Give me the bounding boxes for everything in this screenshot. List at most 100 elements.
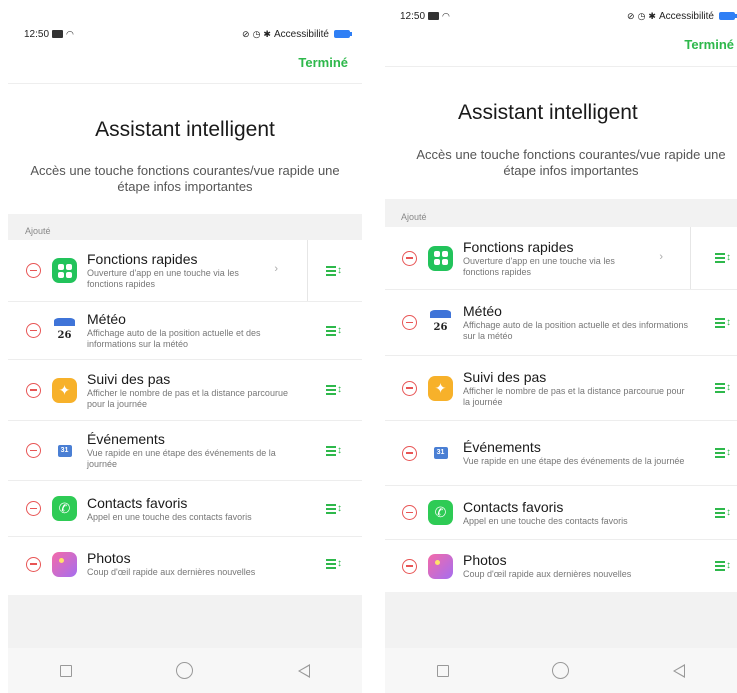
remove-icon[interactable] <box>26 382 41 398</box>
remove-icon[interactable] <box>402 380 417 396</box>
remove-icon[interactable] <box>26 323 41 338</box>
drag-handle-icon[interactable]: ↕ <box>715 317 731 329</box>
photos-icon <box>52 551 77 577</box>
item-title: Événements <box>463 439 541 455</box>
section-header: Ajouté <box>385 199 737 227</box>
drag-handle-icon[interactable]: ↕ <box>326 445 342 457</box>
chevron-right-icon: › <box>274 263 278 275</box>
item-title: Météo <box>463 303 502 319</box>
phone-screen-left: 12:50 ◠ ⊘ ◷ ✱ Accessibilité Terminé Assi… <box>8 0 362 693</box>
accessibility-label: Accessibilité <box>273 28 329 40</box>
item-title: Fonctions rapides <box>87 251 198 267</box>
header-divider <box>8 83 362 84</box>
item-title: Photos <box>87 550 131 566</box>
image-notification-icon <box>52 30 64 38</box>
recents-icon[interactable] <box>436 664 449 677</box>
battery-icon <box>719 12 737 20</box>
drag-handle-icon[interactable]: ↕ <box>326 558 342 570</box>
remove-icon[interactable] <box>402 558 417 574</box>
drag-handle-icon[interactable]: ↕ <box>715 252 731 264</box>
list-item-contacts-favoris[interactable]: ✆ Contacts favoris Appel en une touche d… <box>385 486 737 540</box>
item-description: Appel en une touche des contacts favoris <box>87 511 252 522</box>
done-button[interactable]: Terminé <box>684 37 734 52</box>
battery-icon <box>334 30 352 38</box>
runner-icon: ✦ <box>52 377 77 403</box>
alarm-icon: ◷ <box>252 28 261 39</box>
section-label: Ajouté <box>25 226 51 236</box>
item-description: Vue rapide en une étape des événements d… <box>463 456 685 466</box>
list-item-fonctions-rapides[interactable]: Fonctions rapides Ouverture d'app en une… <box>8 240 362 302</box>
phone-icon: ✆ <box>52 496 77 521</box>
drag-handle-icon[interactable]: ↕ <box>715 560 731 572</box>
list-item-suivi-des-pas[interactable]: ✦ Suivi des pas Afficher le nombre de pa… <box>385 356 737 421</box>
photos-icon <box>428 553 453 579</box>
remove-icon[interactable] <box>402 445 417 461</box>
added-widgets-list: Fonctions rapides Ouverture d'app en une… <box>385 227 737 592</box>
list-item-suivi-des-pas[interactable]: ✦ Suivi des pas Afficher le nombre de pa… <box>8 360 362 421</box>
item-description: Ouverture d'app en une touche via les fo… <box>87 268 239 289</box>
page-title: Assistant intelligent <box>458 101 638 124</box>
item-divider <box>690 227 691 289</box>
chevron-right-icon: › <box>659 251 663 263</box>
item-description: Afficher le nombre de pas et la distance… <box>87 387 288 409</box>
item-description: Affichage auto de la position actuelle e… <box>87 328 261 349</box>
drag-handle-icon[interactable]: ↕ <box>326 265 342 277</box>
remove-icon[interactable] <box>26 501 41 516</box>
home-icon[interactable] <box>552 662 570 679</box>
added-widgets-list: Fonctions rapides Ouverture d'app en une… <box>8 240 362 591</box>
list-item-evenements[interactable]: 31 Événements Vue rapide en une étape de… <box>385 421 737 486</box>
status-bar: 12:50 ◠ ⊘ ◷ ✱ Accessibilité <box>385 6 737 26</box>
status-time: 12:50 <box>24 28 50 40</box>
item-description: Appel en une touche des contacts favoris <box>463 515 628 526</box>
list-item-fonctions-rapides[interactable]: Fonctions rapides Ouverture d'app en une… <box>385 227 737 290</box>
drag-handle-icon[interactable]: ↕ <box>326 325 342 337</box>
drag-handle-icon[interactable]: ↕ <box>715 382 731 394</box>
list-item-contacts-favoris[interactable]: ✆ Contacts favoris Appel en une touche d… <box>8 481 362 537</box>
page-subtitle: Accès une touche fonctions courantes/vue… <box>30 163 340 194</box>
remove-icon[interactable] <box>402 315 417 330</box>
item-description: Vue rapide en une étape des événements d… <box>87 448 276 469</box>
image-notification-icon <box>428 12 440 20</box>
list-item-photos[interactable]: Photos Coup d'œil rapide aux dernières n… <box>8 537 362 591</box>
status-time: 12:50 <box>400 10 426 22</box>
drag-handle-icon[interactable]: ↕ <box>326 384 342 396</box>
wifi-icon: ◠ <box>442 10 450 21</box>
item-title: Contacts favoris <box>87 494 188 511</box>
section-label: Ajouté <box>401 212 427 222</box>
list-item-photos[interactable]: Photos Coup d'œil rapide aux dernières n… <box>385 540 737 592</box>
home-icon[interactable] <box>176 662 194 679</box>
list-item-meteo[interactable]: 26 Météo Affichage auto de la position a… <box>8 302 362 360</box>
wifi-icon: ◠ <box>66 28 74 39</box>
item-title: Fonctions rapides <box>463 238 574 255</box>
done-button[interactable]: Terminé <box>298 55 348 70</box>
weather-calendar-icon: 26 <box>428 310 453 335</box>
list-item-meteo[interactable]: 26 Météo Affichage auto de la position a… <box>385 290 737 356</box>
bluetooth-icon: ✱ <box>648 10 656 21</box>
weather-calendar-icon: 26 <box>52 318 77 343</box>
item-description: Coup d'œil rapide aux dernières nouvelle… <box>463 569 632 579</box>
item-title: Suivi des pas <box>463 368 547 385</box>
quick-functions-icon <box>428 245 453 271</box>
back-icon[interactable] <box>673 663 686 678</box>
drag-handle-icon[interactable]: ↕ <box>326 503 342 515</box>
list-item-evenements[interactable]: 31 Événements Vue rapide en une étape de… <box>8 421 362 481</box>
drag-handle-icon[interactable]: ↕ <box>715 447 731 459</box>
recents-icon[interactable] <box>60 664 73 677</box>
status-bar: 12:50 ◠ ⊘ ◷ ✱ Accessibilité <box>8 24 362 44</box>
item-title: Suivi des pas <box>87 370 171 387</box>
phone-screen-right: 12:50 ◠ ⊘ ◷ ✱ Accessibilité Terminé Assi… <box>385 0 737 693</box>
remove-icon[interactable] <box>402 250 417 266</box>
calendar-icon: 31 <box>52 438 77 463</box>
remove-icon[interactable] <box>26 263 41 278</box>
page-subtitle: Accès une touche fonctions courantes/vue… <box>416 147 726 178</box>
remove-icon[interactable] <box>26 556 41 572</box>
drag-handle-icon[interactable]: ↕ <box>715 507 731 519</box>
alarm-icon: ◷ <box>637 10 646 21</box>
remove-icon[interactable] <box>402 505 417 520</box>
remove-icon[interactable] <box>26 443 41 458</box>
back-icon[interactable] <box>297 663 310 678</box>
vibrate-icon: ⊘ <box>627 10 635 21</box>
item-description: Afficher le nombre de pas et la distance… <box>463 385 685 407</box>
navigation-bar <box>385 648 737 693</box>
phone-icon: ✆ <box>428 500 453 525</box>
